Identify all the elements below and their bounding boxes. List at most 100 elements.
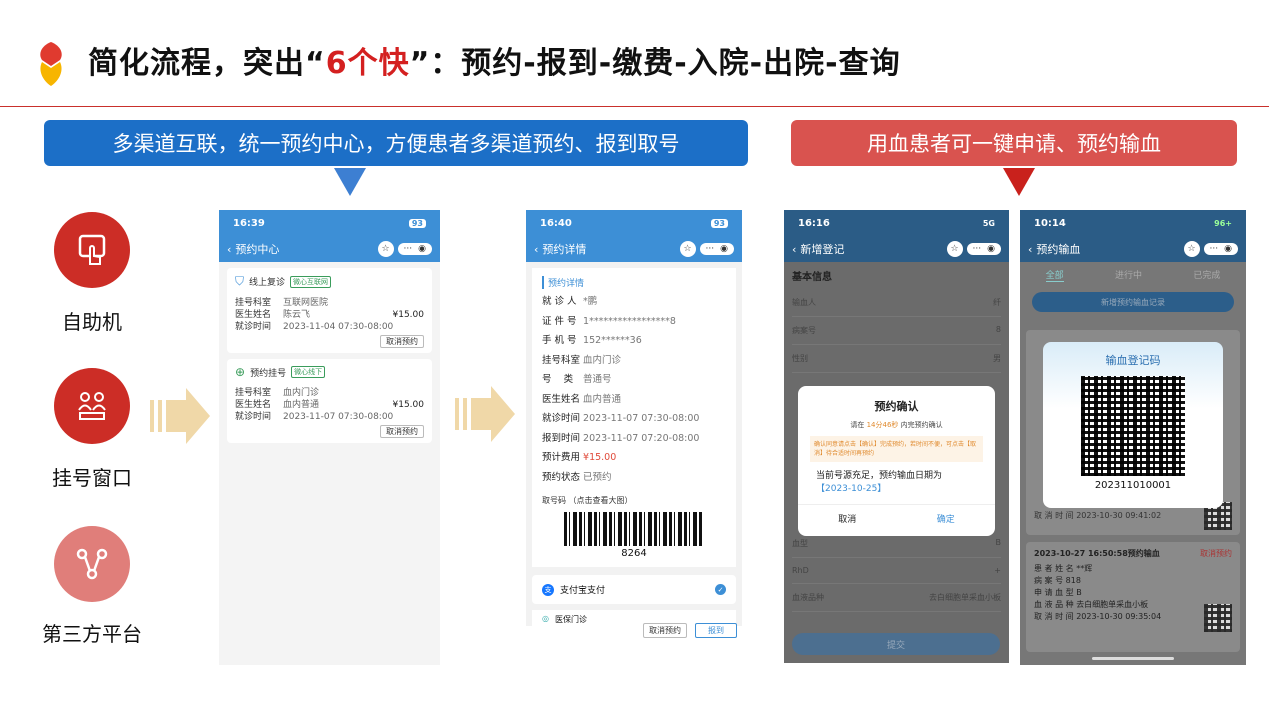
tab-completed[interactable]: 已完成: [1193, 268, 1220, 282]
field-value: 2023-10-30 09:35:04: [1076, 612, 1162, 621]
down-arrow-icon: [1003, 168, 1035, 196]
field-value[interactable]: 8: [996, 325, 1001, 336]
detail-actions: 取消预约 报到: [643, 623, 737, 638]
close-circle-icon: ◉: [418, 244, 426, 254]
field-value[interactable]: 去白细胞单采血小板: [929, 592, 1001, 603]
field-value: 普通号: [583, 374, 612, 385]
plus-shield-icon: ⊕: [235, 365, 246, 379]
channel-label: 挂号窗口: [52, 466, 132, 490]
status-time: 16:39: [233, 217, 265, 229]
field-label: 医生姓名: [235, 310, 272, 320]
submit-button[interactable]: 提交: [792, 633, 1000, 655]
cancel-appointment-button[interactable]: 取消预约: [1200, 548, 1232, 559]
barcode-card[interactable]: 取号码 （点击查看大图） 8264: [532, 491, 736, 567]
field-value: 2023-11-07 07:20-08:00: [583, 432, 700, 444]
card-type: 预约挂号: [250, 368, 287, 379]
dialog-notice: 确认同意请点击【确认】完成预约，若时间不便，可点击【取消】待合适时间再预约: [810, 436, 983, 462]
phone-screen-transfusion-booking: 10:14 96+ ‹ 预约输血 ☆ ··· ◉ 全部 进行中 已完成 新增预约输血记录…: [1020, 210, 1246, 665]
more-icon: ···: [972, 244, 982, 254]
form-fields: 输血人 纤 病案号 8 性别 男: [784, 289, 1009, 373]
nav-title: 预约详情: [542, 243, 587, 256]
back-button[interactable]: ‹ 预约输血: [1028, 241, 1080, 257]
share-network-icon: [54, 526, 130, 602]
field-label: 取 消 时 间: [1034, 511, 1074, 520]
appointment-card[interactable]: ⊕ 预约挂号 微心线下 挂号科室 血内门诊 医生姓名 血内普通 ¥15.00 就诊时间 20…: [227, 359, 432, 443]
dialog-confirm-button[interactable]: 确定: [897, 512, 996, 525]
home-indicator: [1092, 657, 1174, 660]
record-card[interactable]: 2023-10-27 16:50:58预约输血 取消预约 患 者 姓 名 **辉 …: [1026, 542, 1240, 652]
field-label: 血型: [792, 539, 808, 548]
qr-number: 202311010001: [1094, 480, 1172, 491]
field-value: 血内普通: [583, 393, 622, 405]
banner-multichannel: 多渠道互联，统一预约中心，方便患者多渠道预约、报到取号: [44, 120, 748, 166]
field-label: 挂号科室: [542, 354, 581, 366]
dialog-cancel-button[interactable]: 取消: [798, 512, 897, 525]
cancel-appointment-button[interactable]: 取消预约: [380, 335, 424, 348]
section-title: 基本信息: [792, 272, 832, 283]
cancel-appointment-button[interactable]: 取消预约: [380, 425, 424, 438]
capsule-menu[interactable]: ··· ◉: [1203, 243, 1238, 255]
field-value[interactable]: B: [996, 538, 1002, 549]
tab-all[interactable]: 全部: [1045, 268, 1064, 282]
channel-label: 第三方平台: [42, 622, 142, 646]
back-button[interactable]: ‹ 预约中心: [227, 241, 279, 257]
field-value: 陈云飞: [283, 310, 311, 320]
star-icon[interactable]: ☆: [679, 241, 696, 257]
down-arrow-icon: [334, 168, 366, 196]
star-icon[interactable]: ☆: [946, 241, 963, 257]
status-bar: 16:16 5G: [784, 210, 1009, 236]
dialog-date: 【2023-10-25】: [816, 484, 887, 494]
back-button[interactable]: ‹ 预约详情: [534, 241, 586, 257]
page-title: 简化流程，突出“6个快”：预约-报到-缴费-入院-出院-查询: [88, 46, 901, 81]
barcode-image[interactable]: [564, 512, 704, 546]
tab-in-progress[interactable]: 进行中: [1115, 268, 1142, 282]
payment-option[interactable]: 支 支付宝支付 ✓: [532, 575, 736, 604]
nav-title: 预约输血: [1036, 243, 1081, 256]
capsule-menu[interactable]: ··· ◉: [699, 243, 734, 255]
signal-badge: 5G: [982, 218, 995, 228]
status-time: 16:16: [798, 217, 830, 229]
new-transfusion-button[interactable]: 新增预约输血记录: [1032, 292, 1234, 312]
field-label: 挂号科室: [235, 298, 272, 308]
dialog-title: 预约确认: [874, 400, 919, 413]
field-value: ¥15.00: [583, 452, 617, 463]
barcode-number: 8264: [621, 548, 647, 559]
nav-bar: ‹ 预约详情 ☆ ··· ◉: [526, 236, 742, 262]
star-icon[interactable]: ☆: [377, 241, 394, 257]
field-label: 就 诊 人: [542, 296, 577, 307]
self-service-kiosk-icon: [54, 212, 130, 288]
field-value: 去白细胞单采血小板: [1076, 600, 1149, 609]
star-icon[interactable]: ☆: [1183, 241, 1200, 257]
field-value[interactable]: 纤: [993, 297, 1001, 308]
field-label: 医生姓名: [542, 393, 581, 405]
more-icon: ···: [705, 244, 715, 254]
card-tag: 微心线下: [291, 366, 326, 378]
capsule-menu[interactable]: ··· ◉: [397, 243, 432, 255]
field-label: 挂号科室: [235, 388, 272, 398]
field-label: 取 消 时 间: [1034, 612, 1074, 621]
checked-icon: ✓: [715, 584, 726, 595]
field-value[interactable]: +: [994, 566, 1001, 575]
signal-badge: 96+: [1214, 218, 1232, 228]
appointment-card[interactable]: ⛉ 线上复诊 微心互联网 挂号科室 互联网医院 医生姓名 陈云飞 ¥15.00 就诊时间 2…: [227, 268, 432, 353]
shield-icon: ⛉: [235, 274, 245, 288]
field-value: 152******36: [583, 335, 642, 346]
capsule-menu[interactable]: ··· ◉: [966, 243, 1001, 255]
right-arrow-icon: [455, 386, 515, 442]
signal-badge: 93: [408, 218, 426, 228]
back-button[interactable]: ‹ 新增登记: [792, 241, 844, 257]
checkin-button[interactable]: 报到: [695, 623, 737, 638]
right-arrow-icon: [150, 388, 210, 444]
status-time: 16:40: [540, 217, 572, 229]
payment-label: 医保门诊: [554, 615, 587, 624]
phone-screen-appointment-detail: 16:40 93 ‹ 预约详情 ☆ ··· ◉ 预约详情 就 诊 人 *鹏 证 件 号 …: [526, 210, 742, 652]
people-counter-icon: [54, 368, 130, 444]
field-value: 已预约: [583, 471, 612, 483]
field-value: 1*****************8: [583, 315, 676, 327]
field-value[interactable]: 男: [993, 353, 1001, 364]
field-value: 血内普通: [283, 400, 320, 410]
cancel-appointment-button[interactable]: 取消预约: [643, 623, 687, 638]
field-value: 2023-11-07 07:30-08:00: [583, 413, 700, 424]
barcode-label: 取号码 （点击查看大图）: [542, 496, 633, 505]
detail-list: 就 诊 人 *鹏 证 件 号 1*****************8 手 机 号…: [542, 292, 726, 487]
